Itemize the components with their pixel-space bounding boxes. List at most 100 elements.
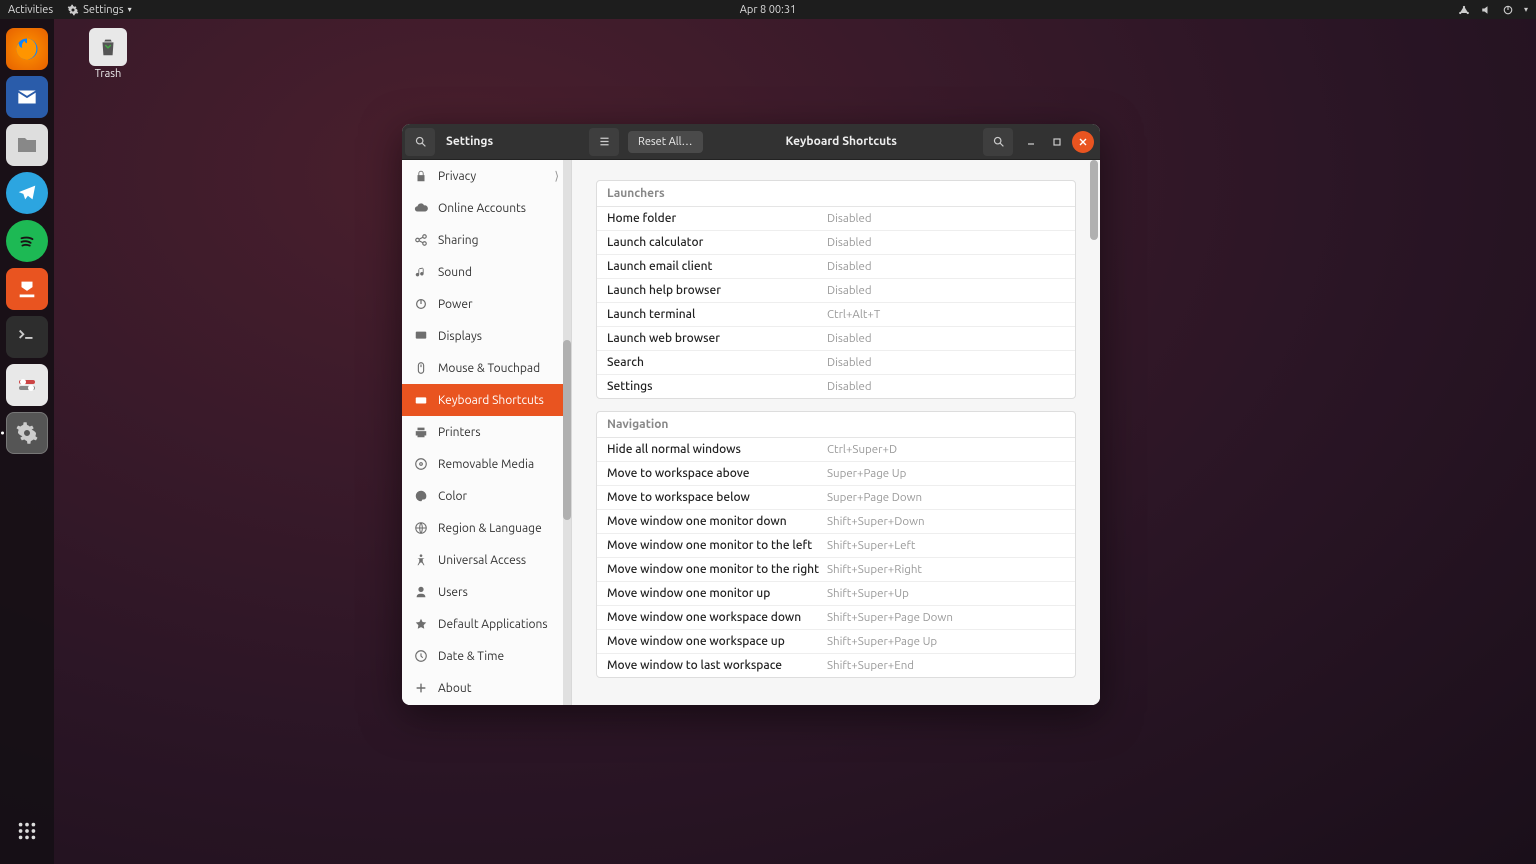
content-search-button[interactable] [983,128,1013,156]
shortcut-row[interactable]: Move window one workspace downShift+Supe… [597,606,1075,630]
sidebar-item-label: About [438,682,471,695]
lock-icon [414,169,428,183]
window-maximize-button[interactable] [1046,131,1068,153]
shortcut-row[interactable]: Launch web browserDisabled [597,327,1075,351]
sidebar-item-label: Printers [438,426,481,439]
shortcut-row[interactable]: Move window one monitor downShift+Super+… [597,510,1075,534]
dock-software[interactable] [6,268,48,310]
sidebar-item-printers[interactable]: Printers [402,416,571,448]
sidebar-search-button[interactable] [405,128,435,156]
sidebar-item-power[interactable]: Power [402,288,571,320]
shortcut-label: Move window one monitor down [607,515,827,528]
dock-settings[interactable] [6,412,48,454]
sidebar-item-universal-access[interactable]: Universal Access [402,544,571,576]
shortcut-row[interactable]: Move window one workspace upShift+Super+… [597,630,1075,654]
sidebar-item-keyboard-shortcuts[interactable]: Keyboard Shortcuts [402,384,571,416]
hamburger-menu-button[interactable] [589,128,619,156]
shortcut-row[interactable]: Move window one monitor upShift+Super+Up [597,582,1075,606]
sidebar-item-sharing[interactable]: Sharing [402,224,571,256]
power-icon[interactable] [1502,4,1514,16]
shortcut-row[interactable]: Move window to last workspaceShift+Super… [597,654,1075,677]
sidebar-item-label: Color [438,490,467,503]
user-icon [414,585,428,599]
sidebar-item-default-applications[interactable]: Default Applications [402,608,571,640]
shortcut-label: Move window one monitor to the right [607,563,827,576]
sidebar-item-privacy[interactable]: Privacy⟩ [402,160,571,192]
globe-icon [414,521,428,535]
chevron-down-icon[interactable]: ▾ [1524,5,1528,14]
shortcut-label: Launch web browser [607,332,827,345]
activities-button[interactable]: Activities [8,4,53,16]
volume-icon[interactable] [1480,4,1492,16]
content-scrollbar-thumb[interactable] [1090,160,1098,240]
power-icon [414,297,428,311]
sidebar-item-online-accounts[interactable]: Online Accounts [402,192,571,224]
shortcut-value: Ctrl+Super+D [827,443,897,456]
shortcut-label: Launch calculator [607,236,827,249]
shortcut-label: Move to workspace below [607,491,827,504]
sidebar-item-sound[interactable]: Sound [402,256,571,288]
shortcut-row[interactable]: Move window one monitor to the rightShif… [597,558,1075,582]
shortcut-label: Launch help browser [607,284,827,297]
shortcut-label: Launch terminal [607,308,827,321]
shortcut-value: Shift+Super+Up [827,587,909,600]
section-header: Navigation [597,412,1075,438]
accessibility-icon [414,553,428,567]
sidebar-item-mouse-touchpad[interactable]: Mouse & Touchpad [402,352,571,384]
sidebar-item-displays[interactable]: Displays [402,320,571,352]
dock-tweaks[interactable] [6,364,48,406]
shortcut-label: Move window one monitor up [607,587,827,600]
sidebar-item-region-language[interactable]: Region & Language [402,512,571,544]
shortcut-row[interactable]: Launch terminalCtrl+Alt+T [597,303,1075,327]
clock[interactable]: Apr 8 00:31 [740,4,797,16]
shortcut-row[interactable]: SearchDisabled [597,351,1075,375]
shortcut-label: Move window one monitor to the left [607,539,827,552]
shortcut-row[interactable]: Home folderDisabled [597,207,1075,231]
shortcut-row[interactable]: SettingsDisabled [597,375,1075,398]
shortcut-value: Disabled [827,236,872,249]
trash-icon [89,28,127,66]
disc-icon [414,457,428,471]
window-minimize-button[interactable] [1020,131,1042,153]
reset-all-button[interactable]: Reset All… [628,131,703,153]
sidebar-scrollbar-thumb[interactable] [563,340,571,520]
window-close-button[interactable] [1072,131,1094,153]
shortcut-row[interactable]: Launch calculatorDisabled [597,231,1075,255]
sidebar-item-users[interactable]: Users [402,576,571,608]
shortcut-value: Disabled [827,380,872,393]
shortcut-value: Shift+Super+Left [827,539,915,552]
sidebar-scrollbar[interactable] [563,160,571,705]
shortcut-label: Move window to last workspace [607,659,827,672]
shortcut-row[interactable]: Launch email clientDisabled [597,255,1075,279]
dock-firefox[interactable] [6,28,48,70]
sidebar-item-label: Power [438,298,473,311]
sidebar-item-label: Universal Access [438,554,526,567]
shortcut-row[interactable]: Move window one monitor to the leftShift… [597,534,1075,558]
shortcut-row[interactable]: Hide all normal windowsCtrl+Super+D [597,438,1075,462]
window-titlebar: Settings Reset All… Keyboard Shortcuts [402,124,1100,160]
dock-files[interactable] [6,124,48,166]
clock-icon [414,649,428,663]
sidebar-item-label: Removable Media [438,458,534,471]
dock-show-apps[interactable] [6,810,48,852]
dock-spotify[interactable] [6,220,48,262]
music-icon [414,265,428,279]
shortcut-row[interactable]: Move to workspace aboveSuper+Page Up [597,462,1075,486]
dock-telegram[interactable] [6,172,48,214]
dock-thunderbird[interactable] [6,76,48,118]
app-menu-button[interactable]: Settings ▾ [67,4,132,16]
top-bar: Activities Settings ▾ Apr 8 00:31 ▾ [0,0,1536,19]
desktop-trash[interactable]: Trash [78,28,138,80]
network-icon[interactable] [1458,4,1470,16]
sidebar-item-about[interactable]: About [402,672,571,704]
shortcut-row[interactable]: Launch help browserDisabled [597,279,1075,303]
dock-terminal[interactable] [6,316,48,358]
sidebar-item-removable-media[interactable]: Removable Media [402,448,571,480]
mouse-icon [414,361,428,375]
shortcut-row[interactable]: Move to workspace belowSuper+Page Down [597,486,1075,510]
sidebar-item-date-time[interactable]: Date & Time [402,640,571,672]
cloud-icon [414,201,428,215]
shortcut-value: Disabled [827,356,872,369]
sidebar-item-color[interactable]: Color [402,480,571,512]
sidebar-item-label: Date & Time [438,650,504,663]
